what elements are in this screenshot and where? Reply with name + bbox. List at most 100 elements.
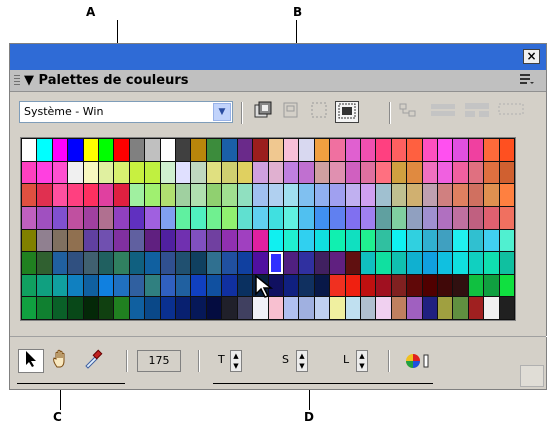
color-swatch[interactable] [314,161,330,184]
color-swatch[interactable] [160,161,176,184]
color-swatch[interactable] [176,184,191,206]
color-swatch[interactable] [176,206,191,229]
color-swatch[interactable] [376,297,391,319]
color-swatch[interactable] [268,229,283,252]
color-swatch[interactable] [376,274,391,297]
color-swatch[interactable] [206,274,222,297]
color-swatch[interactable] [191,274,206,297]
color-swatch[interactable] [22,274,37,297]
color-swatch[interactable] [114,274,129,297]
color-swatch[interactable] [299,161,314,184]
stepper-up-icon[interactable]: ▲ [357,351,367,361]
color-swatch[interactable] [268,297,283,319]
color-swatch[interactable] [283,161,299,184]
color-swatch[interactable] [360,274,376,297]
color-swatch[interactable] [237,139,253,161]
color-swatch[interactable] [422,297,437,319]
color-swatch[interactable] [422,274,437,297]
color-swatch[interactable] [52,161,68,184]
selected-color-swatch[interactable] [268,252,283,274]
color-swatch[interactable] [391,252,407,274]
color-swatch[interactable] [160,229,176,252]
color-swatch[interactable] [237,274,253,297]
resize-handle[interactable] [520,365,544,387]
palette-select[interactable]: Système - Win ▼ [19,101,233,123]
save-palette-button[interactable] [279,101,303,123]
color-swatch[interactable] [314,139,330,161]
color-swatch[interactable] [314,229,330,252]
color-swatch[interactable] [37,139,52,161]
color-swatch[interactable] [360,184,376,206]
color-swatch[interactable] [22,184,37,206]
color-swatch[interactable] [160,206,176,229]
color-swatch[interactable] [160,139,176,161]
color-swatch[interactable] [484,206,499,229]
color-swatch[interactable] [345,252,360,274]
color-swatch[interactable] [499,229,514,252]
color-swatch[interactable] [376,252,391,274]
color-swatch[interactable] [499,184,514,206]
hierarchy-icon[interactable] [396,101,420,123]
chevron-down-icon[interactable]: ▼ [213,103,231,121]
color-swatch[interactable] [114,252,129,274]
color-swatch[interactable] [176,229,191,252]
color-swatch[interactable] [237,297,253,319]
color-swatch[interactable] [268,161,283,184]
color-swatch[interactable] [299,297,314,319]
color-swatch[interactable] [422,229,437,252]
color-swatch[interactable] [37,274,52,297]
swap-colors-button[interactable] [463,101,491,123]
color-swatch[interactable] [484,252,499,274]
color-swatch[interactable] [222,206,237,229]
color-swatch[interactable] [145,206,160,229]
color-swatch[interactable] [114,139,129,161]
color-swatch[interactable] [360,139,376,161]
color-swatch[interactable] [22,139,37,161]
color-swatch[interactable] [468,206,484,229]
color-swatch[interactable] [206,252,222,274]
color-swatch[interactable] [468,252,484,274]
color-swatch[interactable] [191,206,206,229]
color-swatch[interactable] [222,229,237,252]
color-swatch[interactable] [360,161,376,184]
color-swatch[interactable] [114,206,129,229]
color-swatch[interactable] [376,184,391,206]
color-swatch[interactable] [422,206,437,229]
color-swatch[interactable] [283,297,299,319]
color-swatch[interactable] [253,184,268,206]
color-swatch[interactable] [52,274,68,297]
color-swatch[interactable] [52,139,68,161]
color-swatch[interactable] [484,184,499,206]
color-swatch[interactable] [499,297,514,319]
color-swatch[interactable] [484,297,499,319]
color-swatch[interactable] [391,229,407,252]
color-swatch[interactable] [206,297,222,319]
color-swatch[interactable] [345,206,360,229]
color-swatch[interactable] [407,184,422,206]
color-swatch[interactable] [129,139,145,161]
color-swatch[interactable] [83,274,99,297]
hand-tool-icon[interactable] [48,349,74,373]
color-swatch[interactable] [499,252,514,274]
color-swatch[interactable] [345,184,360,206]
color-swatch[interactable] [129,252,145,274]
color-swatch[interactable] [499,161,514,184]
color-swatch[interactable] [52,229,68,252]
color-swatch[interactable] [160,252,176,274]
color-swatch[interactable] [145,229,160,252]
color-swatch[interactable] [360,252,376,274]
color-swatch[interactable] [99,229,114,252]
color-swatch[interactable] [237,206,253,229]
color-swatch[interactable] [222,252,237,274]
color-swatch[interactable] [22,252,37,274]
color-swatch[interactable] [330,139,345,161]
color-swatch[interactable] [468,161,484,184]
color-swatch[interactable] [160,274,176,297]
color-swatch[interactable] [52,206,68,229]
color-swatch[interactable] [453,229,468,252]
color-swatch[interactable] [453,252,468,274]
color-swatch[interactable] [99,252,114,274]
color-swatch[interactable] [253,139,268,161]
color-swatch[interactable] [437,161,453,184]
color-swatch[interactable] [484,139,499,161]
